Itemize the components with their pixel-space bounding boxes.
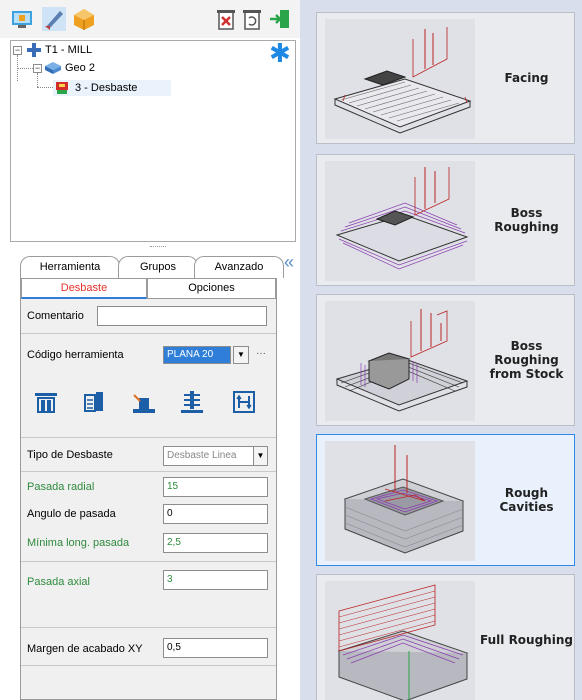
tool-expander[interactable]: − [13,46,22,55]
facing-preview-image [325,19,475,139]
margen-row: Margen de acabado XY 0,5 [21,627,276,665]
pasada-axial-label: Pasada axial [27,576,90,588]
tree-item-operation[interactable]: 3 - Desbaste [53,80,171,96]
codigo-select-value: PLANA 20 [167,349,214,360]
comentario-label: Comentario [27,310,84,322]
machine-icon[interactable] [10,7,34,31]
left-panel: − T1 - MILL − Geo 2 3 - Desbaste ✱ Herra… [0,0,300,700]
tool-icon[interactable] [42,7,66,31]
strategy-card-label: Boss Roughing from Stock [489,339,564,381]
rough-cavities-preview-image [325,441,475,561]
tab-opciones[interactable]: Opciones [147,279,276,299]
boss-roughing-preview-image [325,161,475,281]
level-strategy-icon[interactable] [179,389,205,415]
tree-operation-label: 3 - Desbaste [75,82,138,94]
asterisk-icon[interactable]: ✱ [269,40,291,66]
toolbar [0,0,300,38]
comentario-row: Comentario [21,299,276,333]
pasada-radial-input[interactable]: 15 [163,477,268,497]
adaptive-strategy-icon[interactable] [231,389,257,415]
pocket-strategy-icon[interactable] [81,389,107,415]
strategy-card-full-roughing[interactable]: Full Roughing [316,574,575,700]
delete-icon[interactable] [214,7,238,31]
pasada-radial-label: Pasada radial [27,481,95,493]
strategy-icon-bar [21,375,276,437]
tab-avanzado[interactable]: Avanzado [194,256,284,278]
tab-grupos[interactable]: Grupos [118,256,198,278]
exit-icon[interactable] [268,7,292,31]
mill-tool-icon [27,43,41,57]
empty-row [21,665,276,699]
pasada-axial-input[interactable]: 3 [163,570,268,590]
boss-strategy-icon[interactable] [131,389,157,415]
strategy-card-boss-roughing-from-stock[interactable]: Boss Roughing from Stock [316,294,575,426]
angulo-label: Angulo de pasada [27,508,116,520]
strategy-card-rough-cavities[interactable]: Rough Cavities [316,434,575,566]
strategy-card-label: Rough Cavities [499,486,554,514]
pasada-axial-row: Pasada axial 3 [21,561,276,627]
boss-roughing-stock-preview-image [325,301,475,421]
tipo-select-value: Desbaste Linea [167,450,237,461]
margen-input[interactable]: 0,5 [163,638,268,658]
comentario-input[interactable] [97,306,267,326]
panel-splitter[interactable] [10,244,296,252]
parameters-panel: Desbaste Opciones Comentario Código herr… [20,278,277,700]
minima-row: Mínima long. pasada 2,5 [21,527,276,559]
full-roughing-preview-image [325,581,475,700]
operation-tree[interactable]: − T1 - MILL − Geo 2 3 - Desbaste ✱ [10,40,296,242]
tipo-label: Tipo de Desbaste [27,449,113,461]
part-icon[interactable] [72,7,96,31]
pasada-radial-row: Pasada radial 15 [21,471,276,499]
strategy-card-boss-roughing[interactable]: Boss Roughing [316,154,575,286]
strategy-gallery: Facing Boss Roughing Boss Roughing from … [300,0,582,700]
strategy-card-label: Facing [504,71,549,85]
codigo-row: Código herramienta PLANA 20 ▼ ··· [21,333,276,375]
geometry-expander[interactable]: − [33,64,42,73]
codigo-label: Código herramienta [27,349,124,361]
strategy-card-label: Boss Roughing [494,206,559,234]
copy-icon[interactable] [240,7,264,31]
codigo-select[interactable]: PLANA 20 [163,346,231,364]
tab-herramienta[interactable]: Herramienta [20,256,120,278]
tab-desbaste[interactable]: Desbaste [21,279,147,299]
margen-label: Margen de acabado XY [27,643,143,655]
roughing-operation-icon [56,82,68,94]
angulo-row: Angulo de pasada 0 [21,499,276,527]
tipo-select[interactable]: Desbaste Linea ▼ [163,446,268,466]
main-tabs: Herramienta Grupos Avanzado [10,252,286,278]
angulo-input[interactable]: 0 [163,504,268,524]
tree-tool-label: T1 - MILL [45,44,93,56]
strategy-card-label: Full Roughing [480,633,573,647]
strategy-card-facing[interactable]: Facing [316,12,575,144]
geometry-icon [45,62,61,74]
sub-tabs: Desbaste Opciones [21,279,276,299]
minima-label: Mínima long. pasada [27,537,130,549]
minima-input[interactable]: 2,5 [163,533,268,553]
chevron-down-icon: ▼ [253,447,267,465]
tipo-row: Tipo de Desbaste Desbaste Linea ▼ [21,437,276,471]
codigo-more-button[interactable]: ··· [256,348,266,359]
tree-geometry-label: Geo 2 [65,62,95,74]
chevron-down-icon[interactable]: ▼ [233,346,249,364]
facing-strategy-icon[interactable] [33,389,59,415]
